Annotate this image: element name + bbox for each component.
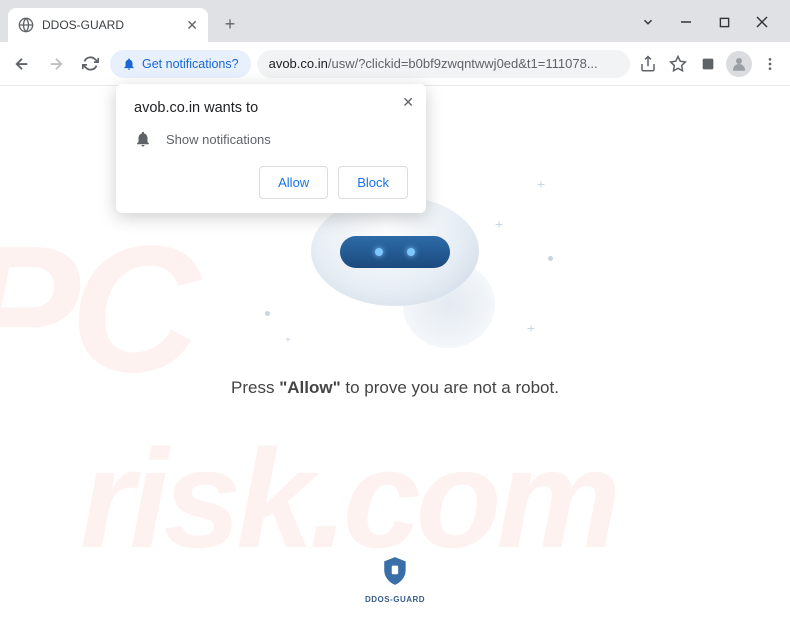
notification-chip-label: Get notifications? bbox=[142, 57, 239, 71]
notification-permission-popup: ✕ avob.co.in wants to Show notifications… bbox=[116, 84, 426, 213]
tab-title: DDOS-GUARD bbox=[42, 18, 178, 32]
menu-icon[interactable] bbox=[758, 52, 782, 76]
permission-label: Show notifications bbox=[166, 132, 271, 147]
profile-avatar[interactable] bbox=[726, 51, 752, 77]
block-button[interactable]: Block bbox=[338, 166, 408, 199]
browser-toolbar: Get notifications? avob.co.in/usw/?click… bbox=[0, 42, 790, 86]
notification-chip[interactable]: Get notifications? bbox=[110, 50, 251, 78]
bell-icon bbox=[134, 130, 152, 148]
maximize-button[interactable] bbox=[714, 12, 734, 32]
notification-permission-row: Show notifications bbox=[134, 130, 408, 148]
close-icon[interactable]: ✕ bbox=[402, 94, 414, 111]
url-domain: avob.co.in bbox=[269, 56, 328, 71]
minimize-button[interactable] bbox=[676, 12, 696, 32]
bookmark-star-icon[interactable] bbox=[666, 52, 690, 76]
close-window-button[interactable] bbox=[752, 12, 772, 32]
url-path: /usw/?clickid=b0bf9zwqntwwj0ed&t1=111078… bbox=[328, 56, 598, 71]
allow-button[interactable]: Allow bbox=[259, 166, 328, 199]
globe-icon bbox=[18, 17, 34, 33]
watermark-text: risk.com bbox=[80, 418, 616, 580]
extensions-icon[interactable] bbox=[696, 52, 720, 76]
footer-brand: DDOS-GUARD bbox=[365, 556, 425, 604]
chevron-down-icon[interactable] bbox=[638, 12, 658, 32]
browser-titlebar: DDOS-GUARD ✕ + bbox=[0, 0, 790, 42]
new-tab-button[interactable]: + bbox=[216, 10, 244, 38]
forward-button[interactable] bbox=[42, 50, 70, 78]
address-bar[interactable]: avob.co.in/usw/?clickid=b0bf9zwqntwwj0ed… bbox=[257, 50, 630, 78]
reload-button[interactable] bbox=[76, 50, 104, 78]
brand-label: DDOS-GUARD bbox=[365, 595, 425, 604]
bell-icon bbox=[122, 57, 136, 71]
notification-title: avob.co.in wants to bbox=[134, 100, 408, 116]
prompt-text: Press "Allow" to prove you are not a rob… bbox=[0, 378, 790, 398]
share-icon[interactable] bbox=[636, 52, 660, 76]
browser-tab[interactable]: DDOS-GUARD ✕ bbox=[8, 8, 208, 42]
shield-icon bbox=[382, 556, 408, 586]
close-tab-icon[interactable]: ✕ bbox=[186, 17, 198, 34]
back-button[interactable] bbox=[8, 50, 36, 78]
